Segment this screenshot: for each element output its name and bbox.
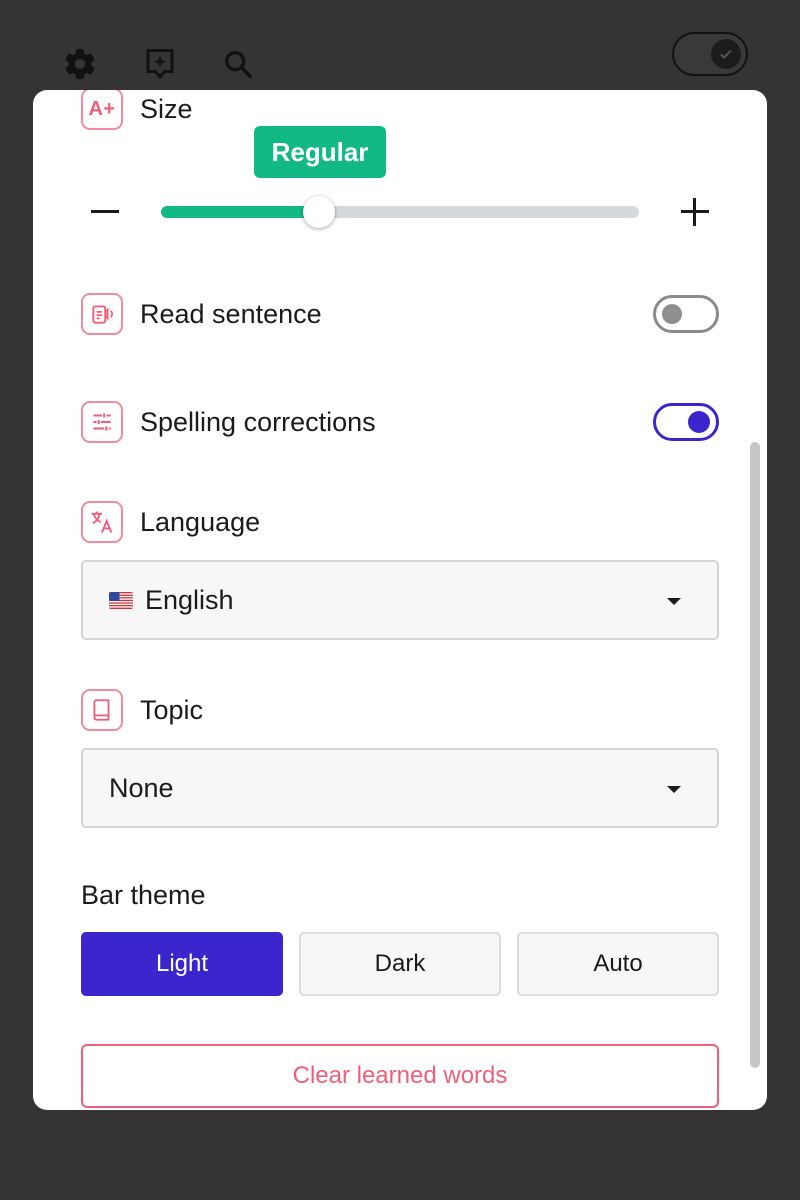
spelling-toggle[interactable]: [653, 403, 719, 441]
language-row: Language: [81, 501, 260, 543]
gear-icon[interactable]: [60, 44, 100, 84]
size-value-bubble: Regular: [254, 126, 386, 178]
increase-size-button[interactable]: [681, 198, 709, 226]
toggle-knob: [688, 411, 710, 433]
topic-value: None: [109, 772, 174, 803]
assistant-icon[interactable]: [140, 44, 180, 84]
translate-icon: [81, 501, 123, 543]
language-select[interactable]: English: [81, 560, 719, 640]
check-icon: [711, 39, 741, 69]
size-label: Size: [140, 93, 193, 124]
spelling-label: Spelling corrections: [140, 406, 376, 437]
master-toggle[interactable]: [672, 32, 748, 76]
theme-dark-button[interactable]: Dark: [299, 932, 501, 996]
toggle-knob: [662, 304, 682, 324]
spelling-row: Spelling corrections: [81, 401, 376, 443]
search-icon[interactable]: [218, 44, 258, 84]
book-icon: [81, 689, 123, 731]
topic-select[interactable]: None: [81, 748, 719, 828]
chevron-down-icon: [667, 598, 681, 605]
read-sentence-toggle[interactable]: [653, 295, 719, 333]
clear-learned-words-button[interactable]: Clear learned words: [81, 1044, 719, 1108]
language-label: Language: [140, 506, 261, 537]
topic-label: Topic: [140, 694, 204, 725]
font-size-icon: A+: [81, 90, 123, 130]
sliders-icon: [81, 401, 123, 443]
size-slider-fill: [161, 206, 319, 218]
language-value: English: [145, 584, 234, 615]
read-sentence-row: Read sentence: [81, 293, 322, 335]
font-size-icon-text: A+: [88, 97, 116, 120]
bar-theme-label: Bar theme: [81, 880, 206, 910]
read-aloud-icon: [81, 293, 123, 335]
read-sentence-label: Read sentence: [140, 298, 322, 329]
us-flag-icon: [109, 591, 133, 609]
scrollbar-thumb[interactable]: [750, 442, 760, 1068]
top-toolbar: [0, 0, 800, 100]
settings-panel: A+ Size Regular Read sentence Spelling c…: [33, 90, 767, 1110]
theme-auto-button[interactable]: Auto: [517, 932, 719, 996]
size-row: A+ Size: [81, 90, 193, 130]
size-slider-thumb[interactable]: [303, 196, 335, 228]
theme-light-button[interactable]: Light: [81, 932, 283, 996]
size-slider[interactable]: [161, 196, 639, 228]
decrease-size-button[interactable]: [91, 210, 119, 213]
topic-row: Topic: [81, 689, 203, 731]
chevron-down-icon: [667, 786, 681, 793]
